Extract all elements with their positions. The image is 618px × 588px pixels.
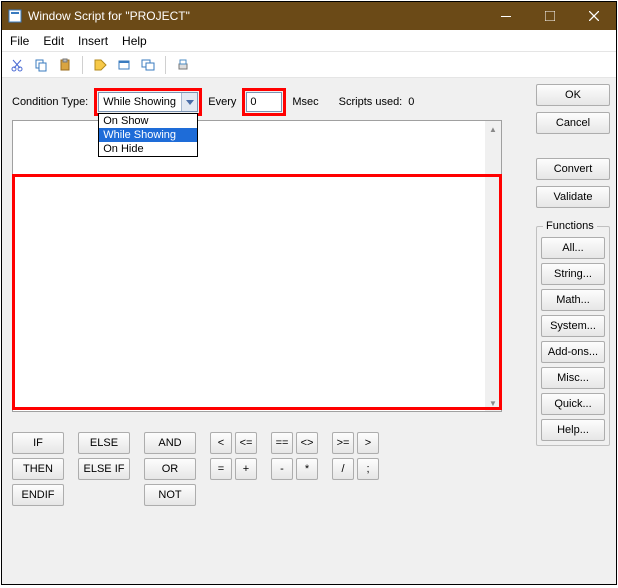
every-input[interactable]: 0 xyxy=(246,92,282,112)
math-button[interactable]: Math... xyxy=(541,289,605,311)
system-button[interactable]: System... xyxy=(541,315,605,337)
print-icon[interactable] xyxy=(174,56,192,74)
endif-button[interactable]: ENDIF xyxy=(12,484,64,506)
msec-label: Msec xyxy=(292,96,318,108)
validate-button[interactable]: Validate xyxy=(536,186,610,208)
convert-button[interactable]: Convert xyxy=(536,158,610,180)
menu-edit[interactable]: Edit xyxy=(43,34,64,48)
ge-button[interactable]: >= xyxy=(332,432,354,454)
chevron-down-icon[interactable] xyxy=(181,93,197,111)
elseif-button[interactable]: ELSE IF xyxy=(78,458,130,480)
menu-file[interactable]: File xyxy=(10,34,29,48)
menubar: File Edit Insert Help xyxy=(2,30,616,52)
not-button[interactable]: NOT xyxy=(144,484,196,506)
new-window-icon[interactable] xyxy=(115,56,133,74)
or-button[interactable]: OR xyxy=(144,458,196,480)
all-button[interactable]: All... xyxy=(541,237,605,259)
le-button[interactable]: <= xyxy=(235,432,257,454)
maximize-button[interactable] xyxy=(528,2,572,30)
condition-type-select[interactable]: While Showing On Show While Showing On H… xyxy=(98,92,198,112)
app-icon xyxy=(8,9,22,23)
option-on-hide[interactable]: On Hide xyxy=(99,142,197,156)
script-editor[interactable]: ▲ ▼ xyxy=(12,120,502,412)
semi-button[interactable]: ; xyxy=(357,458,379,480)
option-on-show[interactable]: On Show xyxy=(99,114,197,128)
misc-button[interactable]: Misc... xyxy=(541,367,605,389)
scripts-used-label: Scripts used: xyxy=(339,96,403,108)
windows-icon[interactable] xyxy=(139,56,157,74)
paste-icon[interactable] xyxy=(56,56,74,74)
keyword-button-panel: IF ELSE AND < <= == <> >= > THEN ELSE IF xyxy=(12,432,502,510)
window-title: Window Script for "PROJECT" xyxy=(28,9,484,23)
scrollbar[interactable]: ▲ ▼ xyxy=(485,121,501,411)
minus-button[interactable]: - xyxy=(271,458,293,480)
minimize-button[interactable] xyxy=(484,2,528,30)
if-button[interactable]: IF xyxy=(12,432,64,454)
copy-icon[interactable] xyxy=(32,56,50,74)
string-button[interactable]: String... xyxy=(541,263,605,285)
content-area: Condition Type: While Showing On Show Wh… xyxy=(2,80,616,584)
eqeq-button[interactable]: == xyxy=(271,432,293,454)
quick-button[interactable]: Quick... xyxy=(541,393,605,415)
condition-type-dropdown: On Show While Showing On Hide xyxy=(98,113,198,157)
star-button[interactable]: * xyxy=(296,458,318,480)
option-while-showing[interactable]: While Showing xyxy=(99,128,197,142)
menu-insert[interactable]: Insert xyxy=(78,34,108,48)
cancel-button[interactable]: Cancel xyxy=(536,112,610,134)
functions-label: Functions xyxy=(543,220,597,232)
ok-button[interactable]: OK xyxy=(536,84,610,106)
cut-icon[interactable] xyxy=(8,56,26,74)
close-button[interactable] xyxy=(572,2,616,30)
functions-group: Functions All... String... Math... Syste… xyxy=(536,226,610,446)
plus-button[interactable]: + xyxy=(235,458,257,480)
every-label: Every xyxy=(208,96,236,108)
scroll-down-icon[interactable]: ▼ xyxy=(485,395,501,411)
and-button[interactable]: AND xyxy=(144,432,196,454)
condition-type-label: Condition Type: xyxy=(12,96,88,108)
slash-button[interactable]: / xyxy=(332,458,354,480)
toolbar xyxy=(2,52,616,78)
else-button[interactable]: ELSE xyxy=(78,432,130,454)
condition-type-value: While Showing xyxy=(103,96,176,108)
ne-button[interactable]: <> xyxy=(296,432,318,454)
help-button[interactable]: Help... xyxy=(541,419,605,441)
scroll-up-icon[interactable]: ▲ xyxy=(485,121,501,137)
menu-help[interactable]: Help xyxy=(122,34,147,48)
addons-button[interactable]: Add-ons... xyxy=(541,341,605,363)
eq-button[interactable]: = xyxy=(210,458,232,480)
titlebar: Window Script for "PROJECT" xyxy=(2,2,616,30)
tag-icon[interactable] xyxy=(91,56,109,74)
scripts-used-value: 0 xyxy=(408,96,414,108)
gt-button[interactable]: > xyxy=(357,432,379,454)
lt-button[interactable]: < xyxy=(210,432,232,454)
then-button[interactable]: THEN xyxy=(12,458,64,480)
